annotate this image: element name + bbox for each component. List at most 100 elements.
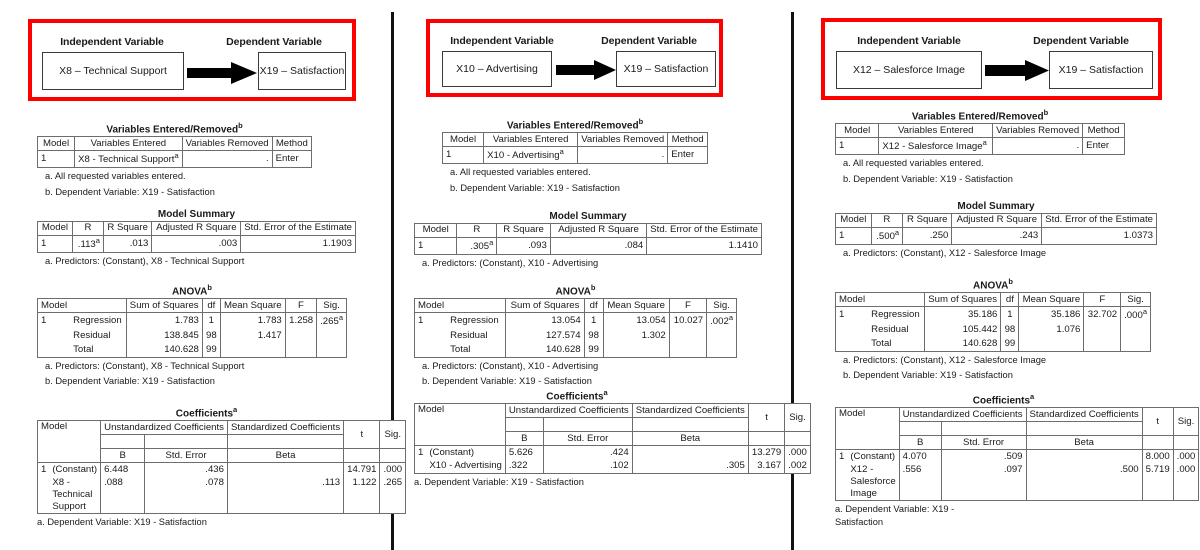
cell-df: 98 — [583, 329, 604, 344]
table-note-a: a. Dependent Variable: X19 - Satisfactio… — [414, 477, 584, 488]
dependent-variable-text: X19 – Satisfaction — [1058, 63, 1144, 76]
table-row: X8 - Technical Support .088 .078 .113 1.… — [37, 476, 407, 514]
cell-source: Total — [868, 337, 925, 352]
cell-t: 13.279 — [747, 445, 786, 460]
th-unstandardized-coefficients: Unstandardized Coefficients — [100, 420, 228, 436]
cell-sum-of-squares: 35.186 — [923, 306, 1002, 324]
cell-model: 1 — [414, 445, 427, 460]
table-row: 1 .305a .093 .084 1.1410 — [413, 237, 762, 255]
cell-std-error: .078 — [144, 476, 228, 514]
cell-r-square: .093 — [496, 237, 551, 255]
cell-mean-square: 13.054 — [602, 312, 670, 330]
cell-mean-square — [219, 343, 286, 358]
cell-df: 1 — [201, 312, 221, 330]
output-sheet: Independent Variable X8 – Technical Supp… — [0, 0, 1200, 550]
variables-entered-table-3: Variables Entered/Removedb Model Variabl… — [834, 108, 1125, 186]
cell-f: 10.027 — [668, 312, 708, 330]
cell-sig — [706, 329, 737, 344]
cell-model: 1 — [36, 150, 76, 169]
table-subheader-row: B Std. Error Beta — [414, 431, 811, 447]
table-row: 1 Regression 1.783 1 1.783 1.258 .265a — [37, 312, 347, 330]
right-arrow-icon — [556, 60, 616, 80]
cell-sig — [316, 329, 347, 344]
cell-t: 1.122 — [343, 476, 381, 514]
th-df: df — [201, 298, 221, 314]
dependent-variable-label: Dependent Variable — [601, 35, 697, 47]
table-subheader-row: B Std. Error Beta — [36, 448, 407, 464]
th-r: R — [870, 213, 904, 228]
th-t-blank — [747, 431, 786, 447]
th-f: F — [1083, 292, 1122, 308]
th-variables-entered: Variables Entered — [74, 136, 183, 152]
th-model: Model — [413, 223, 458, 238]
th-std-spacer — [631, 417, 749, 432]
spss-table: Model Unstandardized Coefficients Standa… — [414, 403, 811, 475]
cell-beta — [226, 462, 345, 477]
th-beta: Beta — [226, 448, 345, 464]
cell-model: 1 — [835, 306, 869, 324]
cell-r: .305a — [456, 237, 498, 255]
th-std-error: Std. Error — [940, 435, 1027, 451]
th-mean-square: Mean Square — [1018, 292, 1085, 308]
cell-sig — [1120, 337, 1151, 352]
table-note-a: a. Predictors: (Constant), X8 - Technica… — [45, 360, 245, 371]
table-header-row: Model Variables Entered Variables Remove… — [36, 136, 313, 152]
cell-model: 1 — [37, 312, 71, 330]
cell-b: .088 — [100, 476, 146, 514]
table-title: ANOVAb — [973, 277, 1013, 292]
cell-mean-square — [602, 343, 670, 358]
th-t-blank — [343, 448, 381, 464]
th-r: R — [71, 221, 104, 236]
table-note-a: a. Predictors: (Constant), X12 - Salesfo… — [843, 247, 1047, 258]
cell-model — [835, 463, 848, 501]
th-sig: Sig. — [706, 298, 737, 314]
cell-model — [835, 337, 869, 352]
th-model: Model — [37, 298, 71, 314]
independent-variable-text: X12 – Salesforce Image — [852, 63, 966, 76]
table-header-row: Model Variables Entered Variables Remove… — [441, 132, 708, 148]
th-model: Model — [414, 298, 448, 314]
model-summary-table-1: Model Summary Model R R Square Adjusted … — [37, 209, 356, 268]
cell-source: Residual — [70, 329, 127, 344]
cell-variables-removed: . — [992, 137, 1084, 156]
cell-source: Residual — [447, 329, 507, 344]
cell-sig — [316, 343, 347, 358]
table-note-a: a. Predictors: (Constant), X8 - Technica… — [45, 255, 245, 266]
table-row: X10 - Advertising .322 .102 .305 3.167 .… — [414, 459, 811, 475]
spss-table: Model Unstandardized Coefficients Standa… — [36, 420, 407, 514]
cell-sig: .000 — [1172, 449, 1200, 464]
cell-df: 99 — [1000, 337, 1020, 352]
cell-method: Enter — [667, 146, 708, 165]
table-header-row: Model Sum of Squares df Mean Square F Si… — [835, 292, 1151, 308]
th-t: t — [1141, 407, 1174, 437]
cell-beta — [1025, 449, 1143, 464]
anova-table-3: ANOVAb Model Sum of Squares df Mean Squa… — [835, 277, 1151, 383]
cell-model — [414, 329, 448, 344]
independent-variable-box: X12 – Salesforce Image — [836, 51, 982, 89]
cell-source: Residual — [868, 323, 925, 338]
cell-model — [37, 476, 50, 514]
cell-std-error: .102 — [542, 459, 633, 475]
cell-sum-of-squares: 140.628 — [125, 343, 203, 358]
cell-std-error: .509 — [940, 449, 1027, 464]
model-diagram-2: Independent Variable X10 – Advertising D… — [426, 19, 723, 97]
table-title: ANOVAb — [172, 283, 212, 298]
th-model: Model — [835, 292, 869, 308]
cell-source: Total — [70, 343, 127, 358]
th-beta: Beta — [1025, 435, 1143, 451]
cell-model — [37, 343, 71, 358]
dependent-variable-text: X19 – Satisfaction — [623, 62, 709, 75]
cell-adjusted-r-square: .243 — [951, 227, 1043, 245]
table-note-b: b. Dependent Variable: X19 - Satisfactio… — [450, 182, 620, 193]
table-header-row: Model R R Square Adjusted R Square Std. … — [413, 223, 762, 238]
th-f: F — [668, 298, 708, 314]
th-b: B — [504, 431, 544, 447]
cell-mean-square — [1018, 337, 1085, 352]
th-model-spacer — [447, 298, 507, 314]
th-r-square: R Square — [902, 213, 953, 228]
cell-f — [284, 329, 318, 344]
table-title: Coefficientsa — [546, 388, 608, 403]
cell-method: Enter — [271, 150, 313, 169]
th-variables-removed: Variables Removed — [577, 132, 669, 148]
table-row: 1 (Constant) 5.626 .424 13.279 .000 — [414, 445, 811, 460]
